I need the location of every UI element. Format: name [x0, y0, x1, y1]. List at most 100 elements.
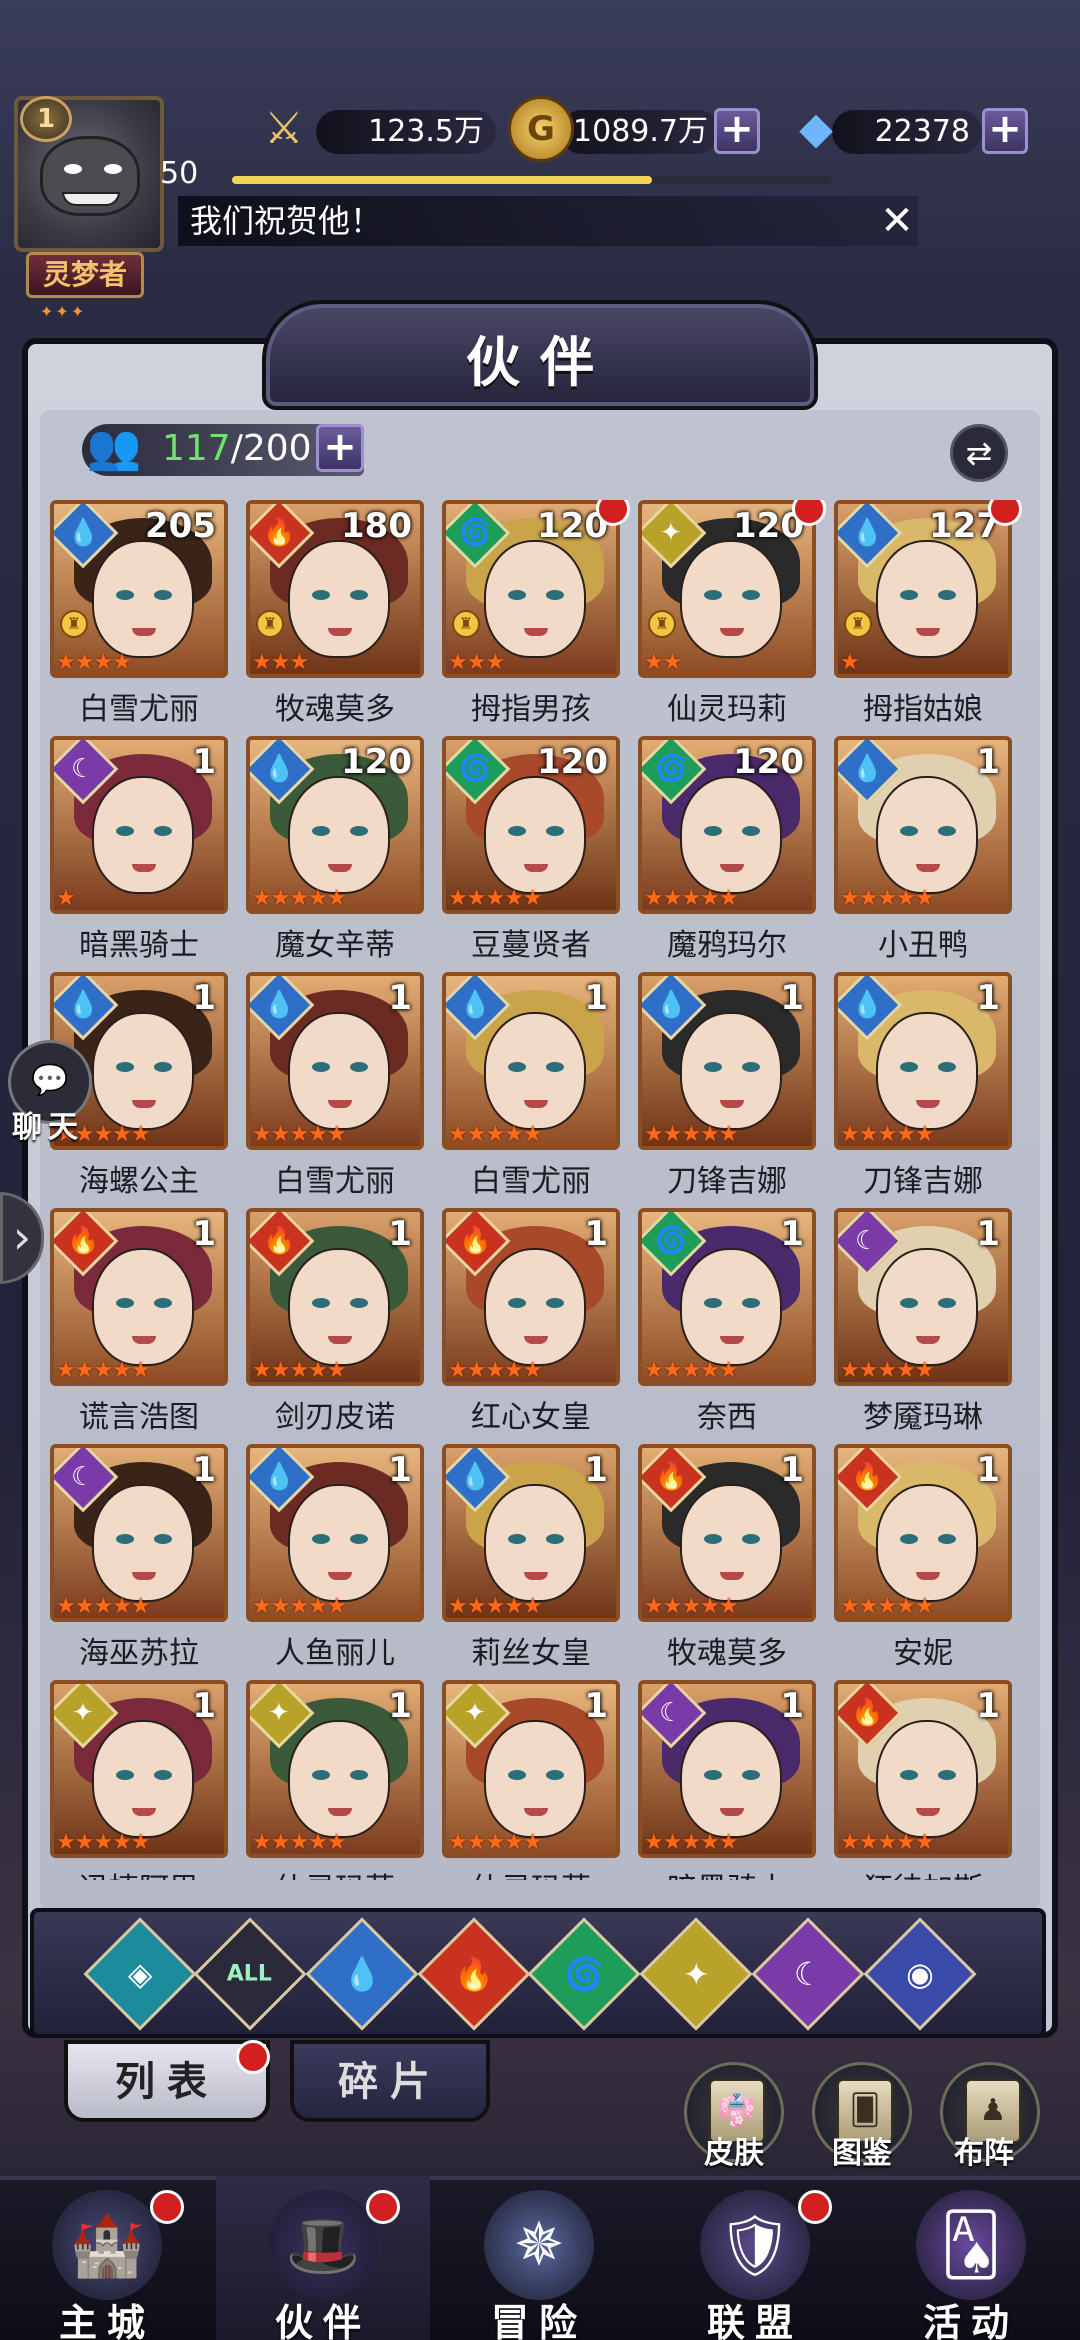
tab-fragments[interactable]: 碎片 — [290, 2040, 490, 2122]
star-rating: ★★★ — [252, 650, 309, 675]
hero-name: 谎言浩图 — [79, 1400, 199, 1435]
hero-face — [876, 1248, 978, 1366]
void-element-icon: ◈ — [127, 1954, 153, 1993]
hero-card[interactable]: 🔥 1 ★★★★★ 剑刃皮诺 — [246, 1208, 424, 1444]
notice-banner: 我们祝贺他！ — [178, 196, 918, 246]
hero-eye — [116, 1770, 134, 1780]
player-title-badge[interactable]: 灵梦者 — [26, 252, 144, 298]
hero-card[interactable]: 🌀 120 ★★★★★ 豆蔓贤者 — [442, 736, 620, 972]
hero-face — [288, 1012, 390, 1130]
hero-face — [92, 540, 194, 658]
nav-adventure[interactable]: ✵ 冒险 — [432, 2176, 646, 2340]
hero-card[interactable]: ✦1★★★★★迅捷阿思 — [50, 1680, 228, 1880]
partners-icon: 👥 — [86, 422, 142, 473]
hero-eye — [742, 826, 760, 836]
hero-card[interactable]: 💧 127 ♜ ★ 拇指姑娘 — [834, 500, 1022, 736]
hero-level: 1 — [976, 1450, 1000, 1490]
hero-level: 1 — [584, 1450, 608, 1490]
hero-eye — [350, 1534, 368, 1544]
hat-icon: 🎩 — [268, 2190, 378, 2300]
expand-roster-button[interactable]: + — [316, 424, 364, 472]
hero-face — [876, 1012, 978, 1130]
hero-face — [876, 1484, 978, 1602]
hero-card[interactable]: ✦ 120 ♜ ★★ 仙灵玛莉 — [638, 500, 826, 736]
hero-card[interactable]: 🔥 1 ★★★★★ 红心女皇 — [442, 1208, 620, 1444]
hero-portrait: ☾ 1 ★★★★★ — [50, 1444, 228, 1622]
hero-eye — [704, 1298, 722, 1308]
hero-level: 120 — [733, 742, 804, 782]
hero-name: 拇指男孩 — [471, 692, 591, 727]
hero-eye — [742, 1062, 760, 1072]
light-element-icon: ✦ — [682, 1955, 710, 1993]
diamond-icon: ◆ — [799, 102, 833, 154]
hero-face — [484, 1012, 586, 1130]
hero-card[interactable]: 💧 1 ★★★★★ 莉丝女皇 — [442, 1444, 620, 1680]
hero-card[interactable]: 💧 205 ♜ ★★★★ 白雪尤丽 — [50, 500, 228, 736]
star-rating: ★★★★★ — [644, 886, 739, 911]
hero-name: 牧魂莫多 — [275, 692, 395, 727]
avatar-eye — [64, 164, 82, 174]
hero-eye — [154, 1770, 172, 1780]
hero-face — [92, 1012, 194, 1130]
hero-card[interactable]: 💧 1 ★★★★★ 小丑鸭 — [834, 736, 1012, 972]
hero-card[interactable]: 🌀 120 ♜ ★★★ 拇指男孩 — [442, 500, 630, 736]
hero-card[interactable]: 🌀 1 ★★★★★ 奈西 — [638, 1208, 816, 1444]
sort-swap-button[interactable]: ⇄ — [950, 424, 1008, 482]
gold-coin-icon: G — [508, 96, 574, 162]
hero-card[interactable]: ☾ 1 ★★★★★ 梦魇玛琳 — [834, 1208, 1012, 1444]
close-icon[interactable]: ✕ — [876, 200, 918, 242]
hero-card[interactable]: ☾ 1 ★★★★★ 海巫苏拉 — [50, 1444, 228, 1680]
star-rating: ★★★★★ — [840, 1594, 935, 1619]
nav-label: 伙伴 — [274, 2301, 371, 2340]
hero-card[interactable]: 🔥 1 ★★★★★ 安妮 — [834, 1444, 1012, 1680]
star-rating: ★★★★★ — [252, 1594, 347, 1619]
red-dot-badge — [150, 2190, 184, 2224]
add-gold-button[interactable]: + — [714, 108, 760, 154]
hero-eye — [546, 1534, 564, 1544]
star-rating: ★★★★★ — [448, 1594, 543, 1619]
star-rating: ★★★★★ — [56, 1830, 151, 1855]
nav-home[interactable]: 🏰 主城 — [0, 2176, 214, 2340]
hero-card[interactable]: 🌀 120 ★★★★★ 魔鸦玛尔 — [638, 736, 816, 972]
hero-eye — [312, 1770, 330, 1780]
nav-alliance[interactable]: 🛡 联盟 — [648, 2176, 862, 2340]
hero-card[interactable]: 🔥1★★★★★狂徒加斯 — [834, 1680, 1012, 1880]
hero-card[interactable]: ☾ 1 ★ 暗黑骑士 — [50, 736, 228, 972]
hero-face — [680, 1248, 782, 1366]
hero-eye — [704, 1062, 722, 1072]
hero-eye — [116, 1534, 134, 1544]
hero-card[interactable]: 💧 1 ★★★★★ 刀锋吉娜 — [834, 972, 1012, 1208]
hero-card[interactable]: ☾1★★★★★暗黑骑士 — [638, 1680, 816, 1880]
star-rating: ★★★★★ — [448, 886, 543, 911]
hero-card[interactable]: 🔥 180 ♜ ★★★ 牧魂莫多 — [246, 500, 424, 736]
hero-eye — [704, 590, 722, 600]
hero-card[interactable]: 🔥 1 ★★★★★ 谎言浩图 — [50, 1208, 228, 1444]
hero-card[interactable]: 💧 1 ★★★★★ 白雪尤丽 — [442, 972, 620, 1208]
hero-face — [484, 1720, 586, 1838]
hero-portrait: 💧 1 ★★★★★ — [442, 972, 620, 1150]
hero-face — [288, 1720, 390, 1838]
star-rating: ★★★★★ — [840, 1358, 935, 1383]
hero-eye — [546, 826, 564, 836]
codex-label: 图鉴 — [832, 2136, 892, 2171]
hero-level: 1 — [388, 1450, 412, 1490]
avatar-eye — [104, 164, 122, 174]
hero-face — [484, 776, 586, 894]
hero-card[interactable]: 🔥 1 ★★★★★ 牧魂莫多 — [638, 1444, 816, 1680]
hero-card[interactable]: 💧 1 ★★★★★ 白雪尤丽 — [246, 972, 424, 1208]
hero-level: 1 — [192, 1686, 216, 1726]
player-level: 50 — [160, 156, 199, 191]
hero-card[interactable]: 💧 1 ★★★★★ 人鱼丽儿 — [246, 1444, 424, 1680]
title-stars: ✦✦✦ — [40, 302, 87, 321]
nav-partners[interactable]: 🎩 伙伴 — [216, 2176, 430, 2340]
hero-card[interactable]: ✦1★★★★★仙灵玛莉 — [442, 1680, 620, 1880]
hero-card[interactable]: 💧 120 ★★★★★ 魔女辛蒂 — [246, 736, 424, 972]
hero-eye — [704, 1770, 722, 1780]
nav-events[interactable]: 🂡 活动 — [864, 2176, 1078, 2340]
hero-level: 180 — [341, 506, 412, 546]
hero-eye — [154, 1062, 172, 1072]
hero-face — [484, 1484, 586, 1602]
hero-card[interactable]: 💧 1 ★★★★★ 刀锋吉娜 — [638, 972, 816, 1208]
hero-card[interactable]: ✦1★★★★★仙灵玛莉 — [246, 1680, 424, 1880]
add-diamond-button[interactable]: + — [982, 108, 1028, 154]
